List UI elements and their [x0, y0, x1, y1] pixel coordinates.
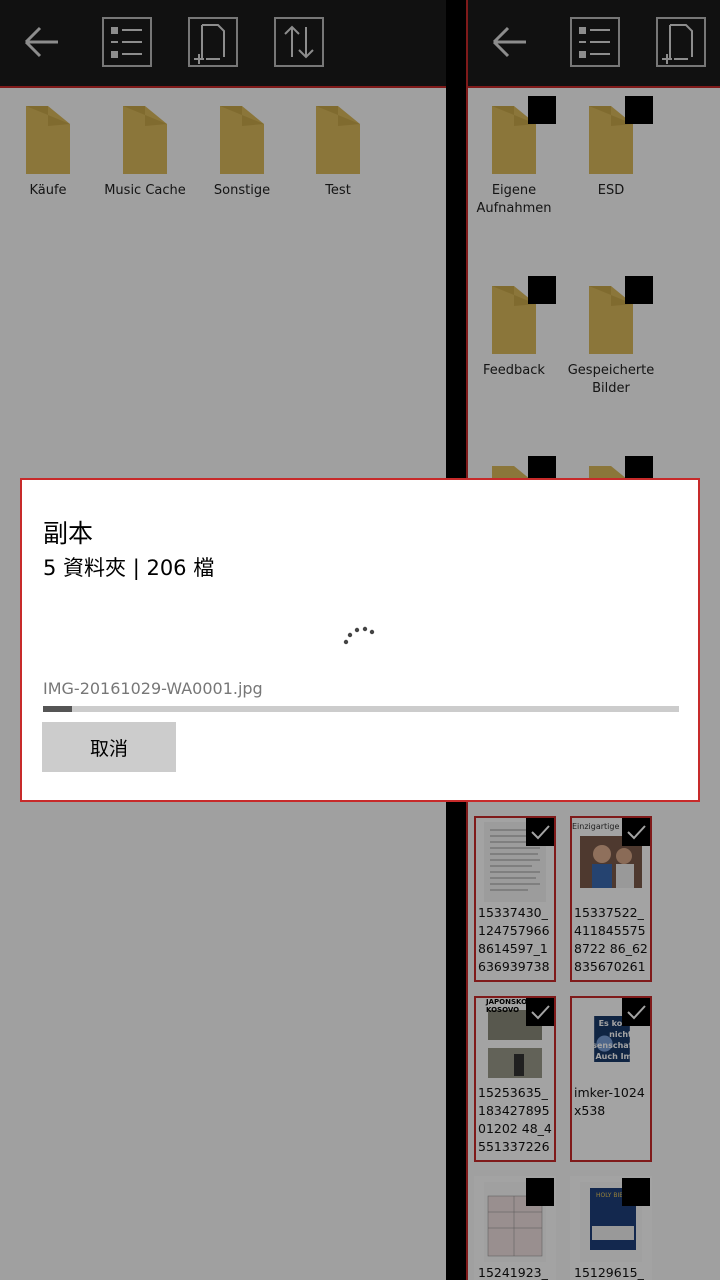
- progress-bar: [43, 706, 679, 712]
- progress-bar-fill: [43, 706, 72, 712]
- copy-progress-dialog: 副本 5 資料夾 | 206 檔 IMG-20161029-WA0001.jpg…: [20, 478, 700, 802]
- dialog-title: 副本: [43, 519, 94, 548]
- current-file-name: IMG-20161029-WA0001.jpg: [43, 679, 263, 698]
- loading-spinner-icon: [343, 626, 375, 645]
- dialog-subtitle: 5 資料夾 | 206 檔: [43, 556, 215, 580]
- cancel-button[interactable]: 取消: [42, 722, 176, 772]
